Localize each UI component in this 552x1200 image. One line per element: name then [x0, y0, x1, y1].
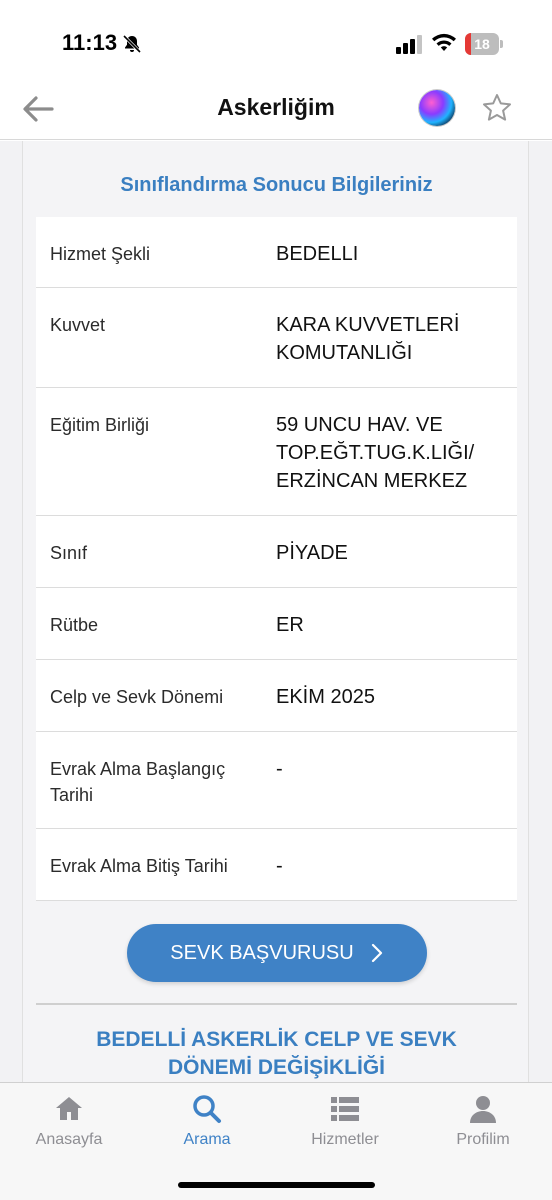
- status-bar: 11:13 18: [0, 0, 552, 80]
- info-table: Hizmet Şekli BEDELLI Kuvvet KARA KUVVETL…: [36, 217, 517, 901]
- tab-label: Profilim: [456, 1131, 510, 1148]
- row-value: PİYADE: [276, 542, 348, 564]
- divider: [36, 1003, 517, 1005]
- home-icon: [56, 1097, 82, 1120]
- chevron-right-icon: [371, 943, 382, 963]
- tab-arama[interactable]: Arama: [138, 1093, 276, 1153]
- tab-label: Anasayfa: [35, 1131, 103, 1148]
- bell-off-icon: [122, 34, 142, 54]
- star-icon[interactable]: [481, 92, 513, 124]
- row-label: Rütbe: [50, 615, 99, 635]
- table-row: Kuvvet KARA KUVVETLERİ KOMUTANLIĞI: [36, 288, 517, 388]
- tab-hizmetler[interactable]: Hizmetler: [276, 1093, 414, 1153]
- row-label: Hizmet Şekli: [50, 244, 151, 264]
- info-card: Sınıflandırma Sonucu Bilgileriniz Hizmet…: [22, 141, 529, 1082]
- battery-level: 18: [474, 36, 490, 52]
- tab-label: Hizmetler: [311, 1131, 379, 1148]
- row-label: Sınıf: [50, 543, 88, 563]
- sevk-basvurusu-button[interactable]: SEVK BAŞVURUSU: [127, 924, 427, 982]
- row-value: BEDELLI: [276, 243, 359, 265]
- wifi-icon: [432, 33, 456, 51]
- row-label: Celp ve Sevk Dönemi: [50, 687, 224, 707]
- content-area[interactable]: Sınıflandırma Sonucu Bilgileriniz Hizmet…: [0, 141, 552, 1082]
- siri-icon[interactable]: [419, 90, 455, 126]
- row-value: -: [276, 758, 283, 780]
- search-icon: [193, 1095, 221, 1123]
- section-link-title[interactable]: BEDELLİ ASKERLİK CELP VE SEVK DÖNEMİ DEĞ…: [63, 1026, 490, 1082]
- row-value: -: [276, 855, 283, 877]
- page-title: Askerliğim: [217, 94, 335, 120]
- table-row: Sınıf PİYADE: [36, 516, 517, 588]
- row-label: Kuvvet: [50, 315, 106, 335]
- row-value: KARA KUVVETLERİ KOMUTANLIĞI: [276, 314, 460, 364]
- nav-bar: Askerliğim: [0, 80, 552, 140]
- table-row: Evrak Alma Başlangıç Tarihi -: [36, 732, 517, 829]
- signal-icon: [396, 35, 422, 54]
- list-icon: [331, 1097, 359, 1121]
- battery-icon: 18: [465, 33, 503, 55]
- button-label: SEVK BAŞVURUSU: [170, 941, 354, 964]
- row-value: 59 UNCU HAV. VE TOP.EĞT.TUG.K.LIĞI/ ERZİ…: [276, 414, 475, 492]
- row-value: ER: [276, 614, 304, 636]
- table-row: Eğitim Birliği 59 UNCU HAV. VE TOP.EĞT.T…: [36, 388, 517, 516]
- tab-profilim[interactable]: Profilim: [414, 1093, 552, 1153]
- tab-label: Arama: [183, 1131, 231, 1148]
- tab-anasayfa[interactable]: Anasayfa: [0, 1093, 138, 1153]
- row-label: Evrak Alma Bitiş Tarihi: [50, 856, 228, 876]
- home-indicator: [178, 1182, 375, 1188]
- profile-icon: [470, 1096, 496, 1123]
- row-label: Evrak Alma Başlangıç Tarihi: [50, 759, 226, 805]
- table-row: Rütbe ER: [36, 588, 517, 660]
- table-row: Celp ve Sevk Dönemi EKİM 2025: [36, 660, 517, 732]
- table-row: Evrak Alma Bitiş Tarihi -: [36, 829, 517, 901]
- row-value: EKİM 2025: [276, 686, 375, 708]
- section-title: Sınıflandırma Sonucu Bilgileriniz: [120, 174, 433, 196]
- status-time: 11:13: [62, 30, 118, 55]
- table-row: Hizmet Şekli BEDELLI: [36, 217, 517, 288]
- row-label: Eğitim Birliği: [50, 415, 150, 435]
